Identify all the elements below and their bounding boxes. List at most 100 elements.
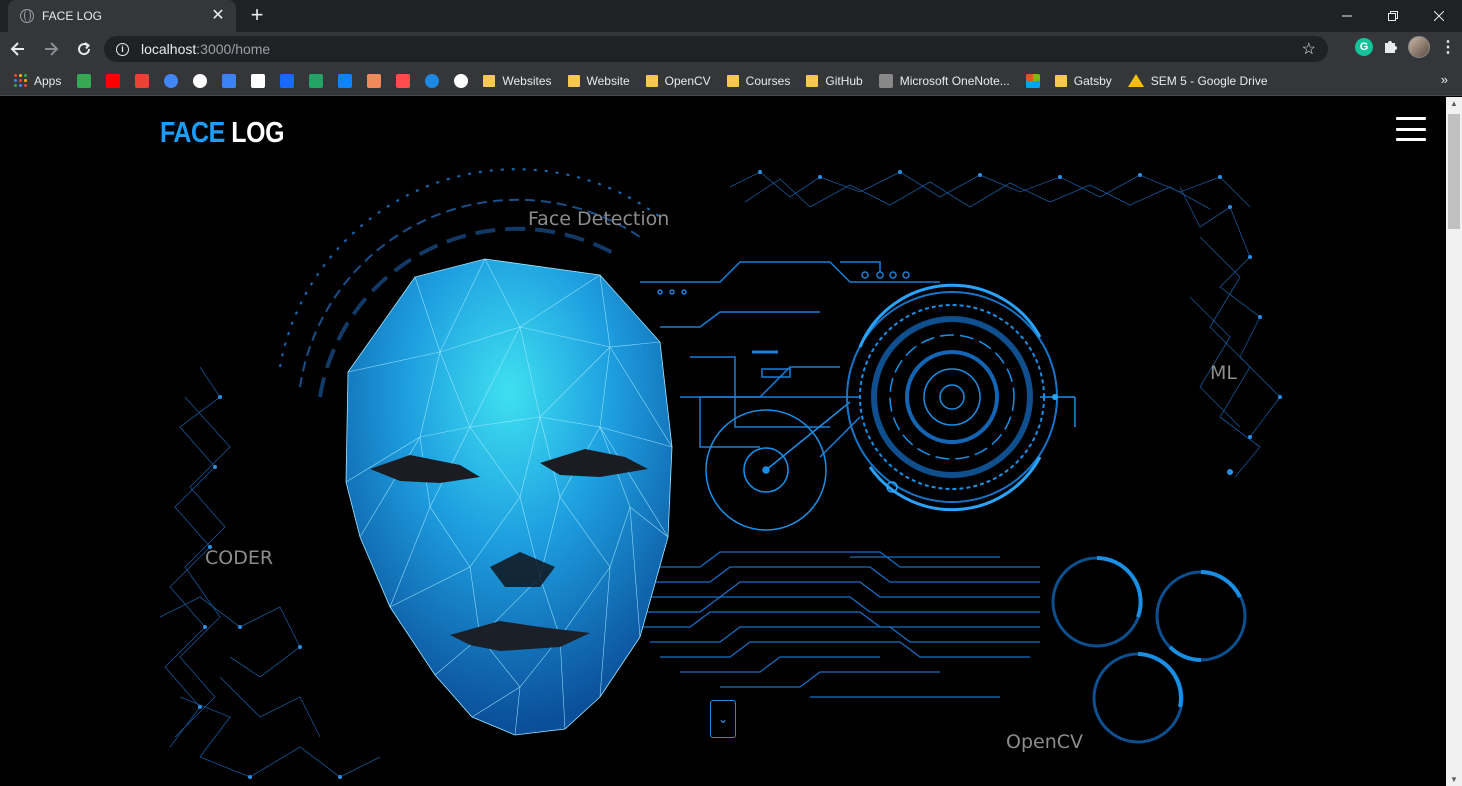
circuit-lines [640, 261, 940, 458]
bookmark-item[interactable] [106, 69, 121, 93]
bookmark-item[interactable] [367, 69, 382, 93]
bookmark-item[interactable] [396, 69, 411, 93]
bookmark-item[interactable]: GitHub [806, 69, 863, 93]
bookmark-item[interactable]: Apps [14, 69, 61, 93]
bookmark-item[interactable]: OpenCV [645, 69, 711, 93]
github-icon [193, 73, 208, 88]
folder-icon [1054, 74, 1067, 87]
bookmark-label: SEM 5 - Google Drive [1150, 73, 1268, 88]
bookmark-label: GitHub [825, 73, 863, 88]
window-controls [1324, 0, 1462, 32]
more-bookmarks-button[interactable]: » [1441, 72, 1448, 87]
bookmark-item[interactable]: Courses [726, 69, 791, 93]
browser-tab[interactable]: FACE LOG ✕ [8, 0, 236, 32]
bookmark-item[interactable] [425, 69, 440, 93]
extensions-area: G ⋮ [1355, 36, 1456, 58]
bookmark-item[interactable] [338, 69, 353, 93]
youtube-icon [106, 73, 121, 88]
new-tab-button[interactable]: + [246, 4, 268, 26]
bookmark-item[interactable]: Microsoft OneNote... [878, 69, 1010, 93]
address-bar[interactable]: i localhost:3000/home ☆ [104, 36, 1328, 62]
bookmark-item[interactable] [193, 69, 208, 93]
folder-icon [483, 74, 496, 87]
p-icon [251, 73, 266, 88]
brand-primary: FACE [160, 117, 225, 149]
bookmark-item[interactable] [454, 69, 469, 93]
bookmark-label: OpenCV [664, 73, 711, 88]
forward-button[interactable] [36, 34, 66, 64]
back-arrow-icon [10, 42, 24, 56]
reload-button[interactable] [69, 34, 99, 64]
bookmark-item[interactable] [222, 69, 237, 93]
word-coder: CODER [205, 547, 274, 569]
green-icon [309, 73, 324, 88]
bookmark-item[interactable]: Websites [483, 69, 552, 93]
brand-secondary: LOG [231, 117, 285, 149]
scroll-down-button[interactable]: ⌄ [710, 700, 736, 738]
page-viewport: FACE LOG Face Detection ML CODER OpenCV … [0, 97, 1446, 786]
scroll-up-arrow-icon[interactable]: ▲ [1450, 99, 1458, 108]
apps-grid-icon [14, 74, 27, 87]
scrollbar-thumb[interactable] [1448, 114, 1460, 229]
bookmark-label: Courses [745, 73, 791, 88]
close-window-button[interactable] [1416, 0, 1462, 32]
bookmark-star-icon[interactable]: ☆ [1302, 39, 1316, 59]
bookmark-item[interactable] [251, 69, 266, 93]
tab-close-button[interactable]: ✕ [210, 8, 226, 24]
bookmark-item[interactable] [1025, 69, 1040, 93]
globe-icon [454, 73, 469, 88]
page-scrollbar[interactable]: ▲ ▼ [1446, 97, 1462, 786]
bookmark-label: Microsoft OneNote... [899, 73, 1010, 88]
minimize-button[interactable] [1324, 0, 1370, 32]
tab-title: FACE LOG [42, 9, 103, 23]
onedrive-icon [338, 73, 353, 88]
menu-bar-line [1396, 117, 1426, 120]
chevron-down-icon: ⌄ [717, 712, 729, 726]
u-icon [396, 73, 411, 88]
bookmark-item[interactable]: Website [567, 69, 630, 93]
extensions-puzzle-icon[interactable] [1383, 38, 1398, 57]
target-circle [705, 401, 851, 531]
url-host: localhost [141, 41, 197, 57]
folder-icon [567, 74, 580, 87]
bookmark-item[interactable] [280, 69, 295, 93]
back-button[interactable] [3, 34, 33, 64]
bookmark-item[interactable]: Gatsby [1054, 69, 1112, 93]
bookmark-item[interactable]: SEM 5 - Google Drive [1127, 69, 1268, 93]
bookmark-label: Apps [34, 73, 62, 88]
google-icon [164, 73, 179, 88]
bookmark-item[interactable] [309, 69, 324, 93]
play-icon [425, 73, 440, 88]
tab-strip: FACE LOG ✕ + [0, 0, 1462, 32]
box-icon [367, 73, 382, 88]
site-info-icon[interactable]: i [116, 42, 129, 56]
url-path: :3000/home [196, 41, 271, 57]
grammarly-icon[interactable]: G [1355, 38, 1373, 56]
reload-icon [78, 42, 91, 56]
folder-icon [726, 74, 739, 87]
brand-logo[interactable]: FACE LOG [160, 117, 284, 150]
bookmark-item[interactable] [135, 69, 150, 93]
microsoft-icon [1025, 73, 1040, 88]
behance-icon [280, 73, 295, 88]
forward-arrow-icon [45, 42, 59, 56]
hud-dial [846, 283, 1076, 512]
scroll-down-arrow-icon[interactable]: ▼ [1450, 775, 1458, 784]
restore-button[interactable] [1370, 0, 1416, 32]
globe-icon [20, 9, 34, 23]
bookmarks-bar: Apps Websites Website OpenCV Courses GitHub Mi… [0, 66, 1462, 96]
network-mesh [159, 171, 1281, 778]
word-ml: ML [1210, 362, 1237, 384]
menu-bar-line [1396, 127, 1426, 131]
hero-illustration [159, 168, 1282, 779]
drive-icon [1127, 74, 1144, 87]
profile-avatar[interactable] [1408, 36, 1430, 58]
browser-menu-icon[interactable]: ⋮ [1440, 37, 1456, 57]
bookmark-label: Websites [502, 73, 552, 88]
hamburger-menu-icon[interactable] [1396, 117, 1426, 141]
word-face-detection: Face Detection [528, 208, 670, 230]
youtube-icon [878, 73, 893, 88]
bookmark-item[interactable] [164, 69, 179, 93]
bookmark-item[interactable] [77, 69, 92, 93]
bookmark-label: Website [586, 73, 630, 88]
